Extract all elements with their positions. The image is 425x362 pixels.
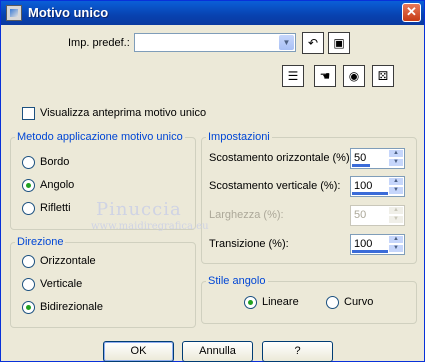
h-offset-level	[352, 164, 370, 167]
window-title: Motivo unico	[28, 5, 109, 20]
spin-down-icon[interactable]: ▼	[388, 244, 404, 253]
method-group-title: Metodo applicazione motivo unico	[15, 131, 185, 143]
h-offset-label: Scostamento orizzontale (%):	[209, 152, 353, 164]
spin-up-icon[interactable]: ▲	[388, 235, 404, 244]
app-icon	[6, 5, 22, 21]
transition-label: Transizione (%):	[209, 238, 289, 250]
preview-label: Visualizza anteprima motivo unico	[40, 107, 207, 119]
undo-icon[interactable]: ↶	[302, 32, 324, 54]
watermark-name: Pinuccia	[96, 199, 182, 220]
settings-group-title: Impostazioni	[206, 131, 272, 143]
chevron-down-icon[interactable]: ▼	[279, 35, 294, 50]
v-offset-level	[352, 192, 388, 195]
preset-label: Imp. predef.:	[68, 37, 130, 49]
radio-orizzontale-label: Orizzontale	[40, 255, 96, 267]
dice-icon[interactable]: ⚄	[372, 65, 394, 87]
spin-up-icon[interactable]: ▲	[388, 177, 404, 186]
radio-lineare-label: Lineare	[262, 296, 299, 308]
radio-bordo-label: Bordo	[40, 156, 70, 168]
close-button[interactable]: ✕	[402, 3, 421, 22]
radio-bidirezionale-label: Bidirezionale	[40, 301, 103, 313]
preset-combo[interactable]: ▼	[134, 33, 296, 52]
direction-group-title: Direzione	[15, 236, 66, 248]
radio-angolo[interactable]	[22, 179, 35, 192]
radio-angolo-label: Angolo	[40, 179, 75, 191]
h-offset-spinner[interactable]: 50 ▲ ▼	[350, 148, 405, 169]
hand-icon[interactable]: ☚	[314, 65, 336, 87]
radio-curvo-label: Curvo	[344, 296, 374, 308]
transition-arrows[interactable]: ▲ ▼	[388, 235, 404, 254]
ok-button[interactable]: OK	[103, 341, 174, 362]
radio-curvo[interactable]	[326, 296, 339, 309]
width-label: Larghezza (%):	[209, 209, 284, 221]
v-offset-label: Scostamento verticale (%):	[209, 180, 341, 192]
transition-level	[352, 250, 388, 253]
spin-down-icon[interactable]: ▼	[388, 186, 404, 195]
v-offset-value: 100	[354, 180, 373, 192]
dialog-window: Motivo unico ✕ Imp. predef.: ▼ ↶ ▣ ☰ ☚ ◉…	[0, 0, 425, 362]
corner-group	[201, 281, 417, 324]
transition-spinner[interactable]: 100 ▲ ▼	[350, 234, 405, 255]
radio-orizzontale[interactable]	[22, 255, 35, 268]
spin-down-icon: ▼	[388, 215, 404, 224]
help-button[interactable]: ?	[262, 341, 333, 362]
v-offset-arrows[interactable]: ▲ ▼	[388, 177, 404, 196]
radio-verticale[interactable]	[22, 278, 35, 291]
watermark-url: www.maidiregrafica.eu	[91, 221, 209, 232]
corner-group-title: Stile angolo	[206, 275, 268, 287]
direction-group	[10, 242, 196, 328]
transition-value: 100	[354, 238, 373, 250]
eye-icon[interactable]: ◉	[343, 65, 365, 87]
v-offset-spinner[interactable]: 100 ▲ ▼	[350, 176, 405, 197]
radio-bordo[interactable]	[22, 156, 35, 169]
radio-rifletti[interactable]	[22, 202, 35, 215]
save-icon[interactable]: ▣	[328, 32, 350, 54]
list-icon[interactable]: ☰	[282, 65, 304, 87]
title-bar[interactable]: Motivo unico ✕	[1, 1, 424, 25]
preview-checkbox[interactable]	[22, 107, 35, 120]
h-offset-arrows[interactable]: ▲ ▼	[388, 149, 404, 168]
spin-up-icon[interactable]: ▲	[388, 149, 404, 158]
spin-down-icon[interactable]: ▼	[388, 158, 404, 167]
width-value: 50	[354, 209, 367, 221]
width-arrows: ▲ ▼	[388, 206, 404, 225]
spin-up-icon: ▲	[388, 206, 404, 215]
radio-verticale-label: Verticale	[40, 278, 83, 290]
radio-bidirezionale[interactable]	[22, 301, 35, 314]
width-spinner: 50 ▲ ▼	[350, 205, 405, 226]
radio-lineare[interactable]	[244, 296, 257, 309]
h-offset-value: 50	[354, 152, 367, 164]
radio-rifletti-label: Rifletti	[40, 202, 71, 214]
cancel-button[interactable]: Annulla	[182, 341, 253, 362]
watermark: Pinuccia www.maidiregrafica.eu	[91, 199, 209, 232]
